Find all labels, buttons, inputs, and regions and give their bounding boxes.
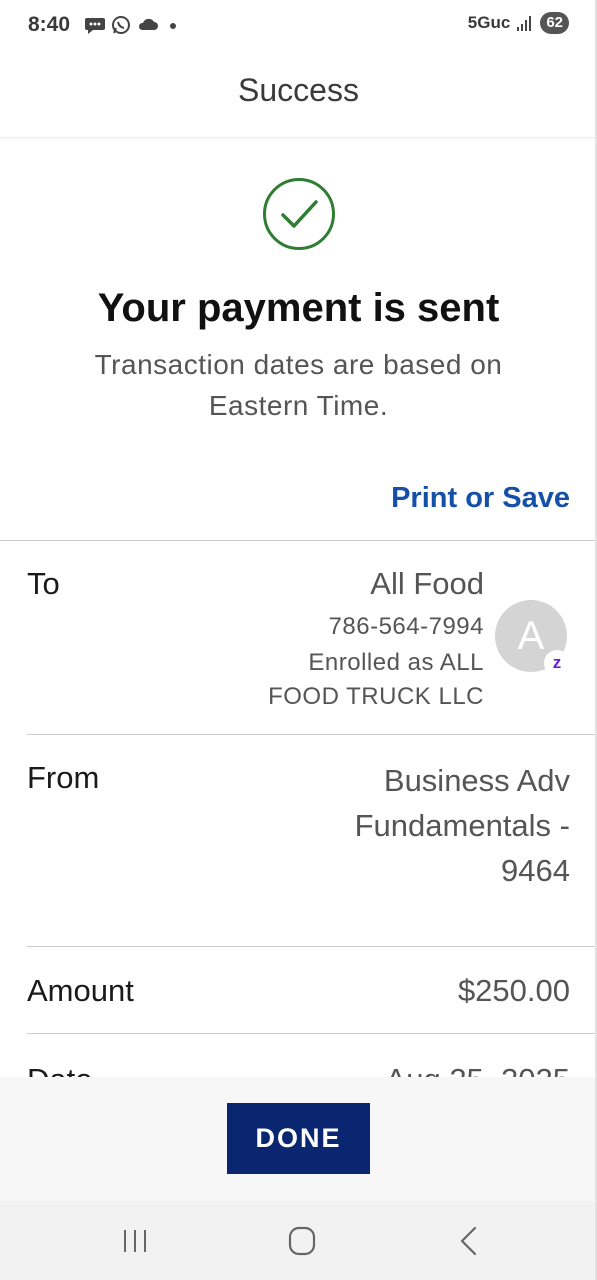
whatsapp-icon (112, 16, 130, 34)
amount-value: $250.00 (457, 973, 570, 1008)
success-check-icon (263, 178, 335, 250)
row-divider (27, 946, 597, 947)
timezone-note: Transaction dates are based on Eastern T… (94, 349, 503, 421)
cloud-icon (138, 18, 158, 30)
network-label: 5Guc (467, 13, 511, 32)
done-button[interactable]: DONE (227, 1103, 370, 1174)
recipient-phone: 786-564-7994 (328, 613, 484, 640)
page-title: Success (238, 72, 359, 108)
message-icon (85, 18, 105, 34)
from-label: From (27, 760, 100, 795)
signal-icon (517, 16, 532, 31)
recipient-enrolled-line1: Enrolled as ALL (308, 649, 484, 676)
home-icon[interactable] (282, 1223, 322, 1259)
status-right: 5Guc 62 (468, 12, 569, 34)
date-label: Date (27, 1062, 92, 1078)
footer: DONE (0, 1077, 597, 1201)
app-header: Success (0, 52, 597, 138)
date-row: Date Aug 25, 2025 (0, 1062, 597, 1078)
recipient-enrolled-line2: FOOD TRUCK LLC (268, 683, 484, 710)
section-divider (0, 540, 597, 541)
date-value: Aug 25, 2025 (386, 1062, 570, 1078)
row-divider (27, 734, 597, 735)
row-divider (27, 1033, 597, 1034)
print-or-save-link[interactable]: Print or Save (391, 482, 570, 515)
zelle-icon: z (544, 650, 570, 676)
to-label: To (27, 566, 60, 601)
status-bar: 8:40 5Guc 62 (0, 0, 597, 52)
system-nav-bar (0, 1201, 597, 1280)
confirmation-headline: Your payment is sent (97, 286, 500, 330)
from-account: Business Adv Fundamentals - 9464 (354, 763, 570, 888)
battery-indicator: 62 (540, 12, 569, 34)
notification-icons (84, 14, 182, 36)
recents-icon[interactable] (115, 1223, 155, 1259)
status-time: 8:40 (28, 13, 71, 36)
recipient-name: All Food (370, 566, 484, 601)
back-icon[interactable] (449, 1223, 489, 1259)
dot-icon (170, 23, 176, 29)
amount-label: Amount (27, 973, 134, 1008)
